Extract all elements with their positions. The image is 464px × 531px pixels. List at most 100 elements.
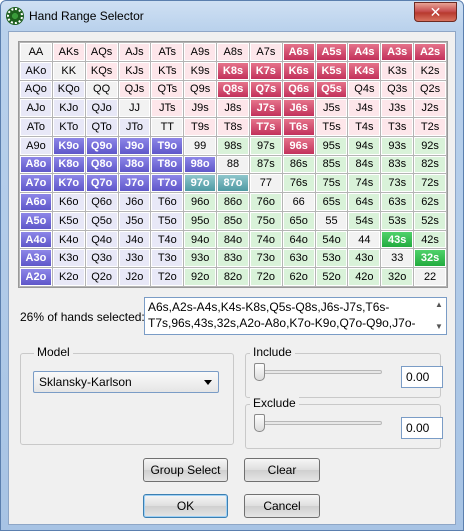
hand-cell[interactable]: Q3s (381, 80, 414, 99)
hand-cell[interactable]: AJo (20, 99, 52, 118)
hand-cell[interactable]: 88 (217, 155, 249, 174)
hand-cell[interactable]: 62s (414, 193, 446, 211)
hand-cell[interactable]: Q2o (85, 268, 118, 286)
hand-cell[interactable]: T7o (151, 174, 184, 193)
hand-cell[interactable]: J5s (315, 99, 348, 118)
hand-cell[interactable]: K4o (52, 230, 85, 249)
hand-cell[interactable]: 86o (217, 193, 249, 211)
hand-cell[interactable]: J3o (118, 249, 151, 268)
hand-cell[interactable]: T9s (184, 118, 217, 136)
hand-cell[interactable]: J3s (381, 99, 414, 118)
hand-cell[interactable]: 65o (282, 211, 315, 230)
hand-cell[interactable]: 82o (217, 268, 249, 286)
hand-cell[interactable]: 84s (348, 155, 381, 174)
hand-cell[interactable]: 83o (217, 249, 249, 268)
hand-cell[interactable]: 52s (414, 211, 446, 230)
hand-cell[interactable]: JTo (118, 118, 151, 136)
hand-cell[interactable]: A7o (20, 174, 52, 193)
hand-cell[interactable]: 52o (315, 268, 348, 286)
hand-cell[interactable]: K4s (348, 61, 381, 80)
hand-cell[interactable]: A8s (217, 43, 249, 61)
hand-cell[interactable]: KJo (52, 99, 85, 118)
hand-cell[interactable]: 42o (348, 268, 381, 286)
hand-cell[interactable]: 54s (348, 211, 381, 230)
hand-cell[interactable]: A5o (20, 211, 52, 230)
hand-cell[interactable]: 73o (249, 249, 282, 268)
hand-cell[interactable]: ATs (151, 43, 184, 61)
hand-cell[interactable]: 53o (315, 249, 348, 268)
hand-cell[interactable]: K6s (282, 61, 315, 80)
hand-cell[interactable]: K6o (52, 193, 85, 211)
hand-cell[interactable]: A2s (414, 43, 446, 61)
hand-cell[interactable]: T9o (151, 136, 184, 155)
hand-cell[interactable]: K7o (52, 174, 85, 193)
model-dropdown[interactable]: Sklansky-Karlson (33, 371, 219, 393)
hand-cell[interactable]: A5s (315, 43, 348, 61)
hand-cell[interactable]: T8s (217, 118, 249, 136)
hand-cell[interactable]: J8s (217, 99, 249, 118)
hand-cell[interactable]: 63o (282, 249, 315, 268)
hand-cell[interactable]: KQo (52, 80, 85, 99)
hand-cell[interactable]: 92o (184, 268, 217, 286)
hand-cell[interactable]: K2o (52, 268, 85, 286)
hand-cell[interactable]: A7s (249, 43, 282, 61)
hand-cell[interactable]: K9s (184, 61, 217, 80)
hand-cell[interactable]: AKo (20, 61, 52, 80)
close-button[interactable]: ✕ (414, 2, 457, 22)
hand-cell[interactable]: T3o (151, 249, 184, 268)
hand-cell[interactable]: 87o (217, 174, 249, 193)
hand-cell[interactable]: AA (20, 43, 52, 61)
ok-button[interactable]: OK (143, 494, 228, 518)
hand-cell[interactable]: J6s (282, 99, 315, 118)
hand-cell[interactable]: 74s (348, 174, 381, 193)
hand-cell[interactable]: 93o (184, 249, 217, 268)
hand-cell[interactable]: J5o (118, 211, 151, 230)
hand-cell[interactable]: 62o (282, 268, 315, 286)
hand-cell[interactable]: 82s (414, 155, 446, 174)
hand-cell[interactable]: 74o (249, 230, 282, 249)
hand-cell[interactable]: K8o (52, 155, 85, 174)
hand-cell[interactable]: Q3o (85, 249, 118, 268)
hand-cell[interactable]: 55 (315, 211, 348, 230)
hand-cell[interactable]: K5s (315, 61, 348, 80)
hand-cell[interactable]: 63s (381, 193, 414, 211)
hand-cell[interactable]: T5o (151, 211, 184, 230)
hand-cell[interactable]: J2o (118, 268, 151, 286)
hand-cell[interactable]: JJ (118, 99, 151, 118)
hand-cell[interactable]: J7o (118, 174, 151, 193)
hand-cell[interactable]: QTo (85, 118, 118, 136)
hand-cell[interactable]: Q5s (315, 80, 348, 99)
hand-cell[interactable]: T6o (151, 193, 184, 211)
hand-cell[interactable]: J6o (118, 193, 151, 211)
hand-cell[interactable]: 85o (217, 211, 249, 230)
hand-cell[interactable]: Q9o (85, 136, 118, 155)
hand-cell[interactable]: 75s (315, 174, 348, 193)
hand-cell[interactable]: 97o (184, 174, 217, 193)
hand-cell[interactable]: T4o (151, 230, 184, 249)
hand-cell[interactable]: 84o (217, 230, 249, 249)
hand-cell[interactable]: Q2s (414, 80, 446, 99)
include-value-field[interactable]: 0.00 (401, 366, 443, 388)
hand-cell[interactable]: 95o (184, 211, 217, 230)
hand-cell[interactable]: ATo (20, 118, 52, 136)
hand-cell[interactable]: 33 (381, 249, 414, 268)
hand-cell[interactable]: 54o (315, 230, 348, 249)
hand-cell[interactable]: Q6s (282, 80, 315, 99)
hand-cell[interactable]: 66 (282, 193, 315, 211)
hand-cell[interactable]: QTs (151, 80, 184, 99)
hand-cell[interactable]: T8o (151, 155, 184, 174)
hand-cell[interactable]: 94o (184, 230, 217, 249)
hand-cell[interactable]: 76o (249, 193, 282, 211)
hand-cell[interactable]: KJs (118, 61, 151, 80)
hand-cell[interactable]: 85s (315, 155, 348, 174)
title-bar[interactable]: Hand Range Selector ✕ (1, 1, 463, 31)
hand-cell[interactable]: T5s (315, 118, 348, 136)
hand-cell[interactable]: T2o (151, 268, 184, 286)
hand-cell[interactable]: J2s (414, 99, 446, 118)
hand-cell[interactable]: J7s (249, 99, 282, 118)
hand-cell[interactable]: 72s (414, 174, 446, 193)
hand-cell[interactable]: 96s (282, 136, 315, 155)
hand-cell[interactable]: K5o (52, 211, 85, 230)
hand-cell[interactable]: K7s (249, 61, 282, 80)
exclude-value-field[interactable]: 0.00 (401, 417, 443, 439)
